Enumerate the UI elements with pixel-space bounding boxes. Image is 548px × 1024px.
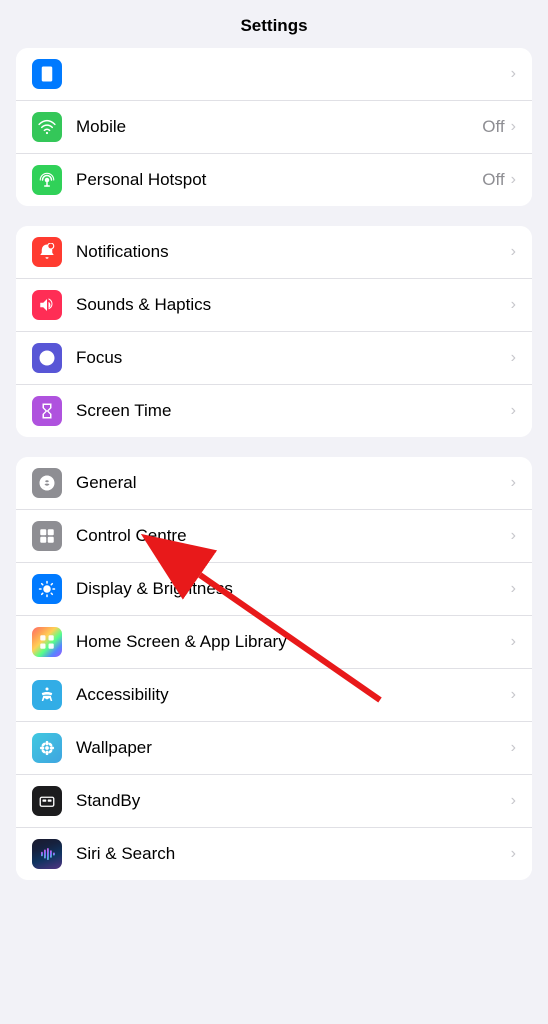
mobile-value: Off — [482, 117, 504, 137]
siri-icon — [32, 839, 62, 869]
screen-time-chevron: › — [511, 402, 516, 420]
mobile-icon — [32, 112, 62, 142]
partial-icon — [32, 59, 62, 89]
display-label: Display & Brightness — [76, 579, 511, 599]
general-icon — [32, 468, 62, 498]
settings-row-home-screen[interactable]: Home Screen & App Library › — [16, 616, 532, 669]
settings-row-screen-time[interactable]: Screen Time › — [16, 385, 532, 437]
settings-row-personal-hotspot[interactable]: Personal Hotspot Off › — [16, 154, 532, 206]
home-screen-icon — [32, 627, 62, 657]
standby-icon — [32, 786, 62, 816]
sounds-chevron: › — [511, 296, 516, 314]
focus-chevron: › — [511, 349, 516, 367]
notifications-icon — [32, 237, 62, 267]
siri-label: Siri & Search — [76, 844, 511, 864]
notifications-label: Notifications — [76, 242, 511, 262]
display-chevron: › — [511, 580, 516, 598]
settings-group-notifications: Notifications › Sounds & Haptics › Focus… — [16, 226, 532, 437]
settings-row-general[interactable]: General › — [16, 457, 532, 510]
accessibility-chevron: › — [511, 686, 516, 704]
notifications-chevron: › — [511, 243, 516, 261]
settings-group-general: General › Control Centre › — [16, 457, 532, 880]
settings-group-connectivity: › Mobile Off › Personal Hotspot Off — [16, 48, 532, 206]
control-centre-chevron: › — [511, 527, 516, 545]
page-title: Settings — [0, 0, 548, 48]
home-screen-chevron: › — [511, 633, 516, 651]
siri-chevron: › — [511, 845, 516, 863]
settings-row-wallpaper[interactable]: Wallpaper › — [16, 722, 532, 775]
hotspot-icon — [32, 165, 62, 195]
hotspot-chevron: › — [511, 171, 516, 189]
wallpaper-label: Wallpaper — [76, 738, 511, 758]
sounds-label: Sounds & Haptics — [76, 295, 511, 315]
accessibility-icon — [32, 680, 62, 710]
general-chevron: › — [511, 474, 516, 492]
mobile-label: Mobile — [76, 117, 482, 137]
settings-row-standby[interactable]: StandBy › — [16, 775, 532, 828]
focus-icon — [32, 343, 62, 373]
settings-row-partial[interactable]: › — [16, 48, 532, 101]
accessibility-label: Accessibility — [76, 685, 511, 705]
general-label: General — [76, 473, 511, 493]
standby-label: StandBy — [76, 791, 511, 811]
hotspot-value: Off — [482, 170, 504, 190]
settings-row-accessibility[interactable]: Accessibility › — [16, 669, 532, 722]
settings-row-focus[interactable]: Focus › — [16, 332, 532, 385]
settings-row-siri[interactable]: Siri & Search › — [16, 828, 532, 880]
hotspot-label: Personal Hotspot — [76, 170, 482, 190]
settings-row-mobile[interactable]: Mobile Off › — [16, 101, 532, 154]
mobile-chevron: › — [511, 118, 516, 136]
home-screen-label: Home Screen & App Library — [76, 632, 511, 652]
sounds-icon — [32, 290, 62, 320]
wallpaper-chevron: › — [511, 739, 516, 757]
control-centre-label: Control Centre — [76, 526, 511, 546]
screen-time-label: Screen Time — [76, 401, 511, 421]
display-icon — [32, 574, 62, 604]
settings-row-sounds[interactable]: Sounds & Haptics › — [16, 279, 532, 332]
settings-row-display[interactable]: Display & Brightness › — [16, 563, 532, 616]
wallpaper-icon — [32, 733, 62, 763]
settings-row-control-centre[interactable]: Control Centre › — [16, 510, 532, 563]
control-centre-icon — [32, 521, 62, 551]
focus-label: Focus — [76, 348, 511, 368]
settings-row-notifications[interactable]: Notifications › — [16, 226, 532, 279]
standby-chevron: › — [511, 792, 516, 810]
screen-time-icon — [32, 396, 62, 426]
